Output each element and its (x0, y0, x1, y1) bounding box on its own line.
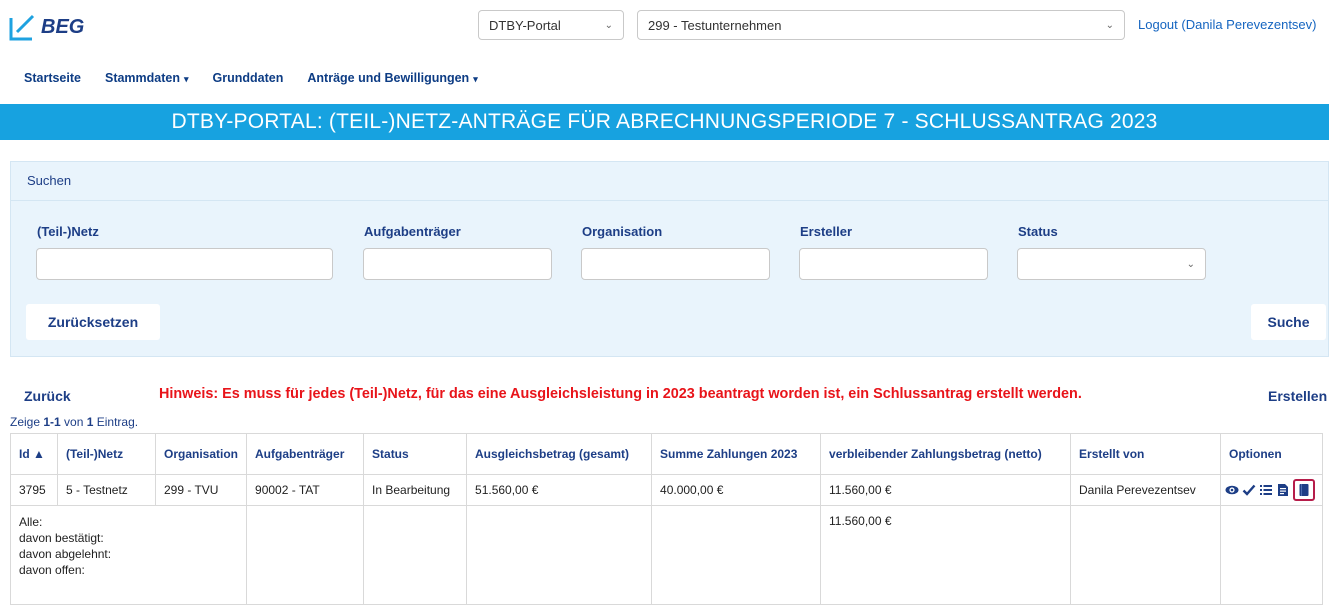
table-header-row: Id ▲ (Teil-)Netz Organisation Aufgabentr… (10, 433, 1324, 475)
summary-prefix: Zeige (10, 415, 44, 429)
nav-label: Startseite (24, 71, 81, 85)
document-icon[interactable] (1276, 483, 1290, 497)
logo-text: BEG (41, 15, 85, 38)
column-header-aufgabentraeger[interactable]: Aufgabenträger (246, 433, 365, 475)
check-icon[interactable] (1242, 483, 1256, 497)
totals-cell (1070, 505, 1222, 605)
caret-down-icon: ▾ (184, 74, 189, 84)
beg-logo[interactable]: BEG (8, 10, 103, 44)
reset-button[interactable]: Zurücksetzen (26, 304, 160, 340)
create-link[interactable]: Erstellen (1268, 388, 1327, 404)
search-panel: Suchen (Teil-)Netz Aufgabenträger Organi… (10, 161, 1329, 357)
hint-text: Hinweis: Es muss für jedes (Teil-)Netz, … (159, 386, 1082, 402)
column-header-optionen: Optionen (1220, 433, 1324, 475)
totals-labels: Alle: davon bestätigt: davon abgelehnt: … (9, 505, 248, 605)
table-row: 3795 5 - Testnetz 299 - TVU 90002 - TAT … (10, 474, 1324, 506)
sort-ascending-icon: ▲ (33, 447, 45, 461)
nav-startseite[interactable]: Startseite (24, 71, 81, 85)
total-label-rejected: davon abgelehnt: (19, 547, 112, 561)
column-header-netz[interactable]: (Teil-)Netz (57, 433, 156, 475)
cell-optionen (1220, 474, 1324, 506)
column-header-ausgleichsbetrag[interactable]: Ausgleichsbetrag (gesamt) (466, 433, 653, 475)
nav-label: Grunddaten (212, 71, 284, 85)
nav-grunddaten[interactable]: Grunddaten (213, 71, 284, 85)
aufgabentraeger-label: Aufgabenträger (364, 224, 461, 239)
book-icon[interactable] (1293, 479, 1316, 501)
cell-erstellt-von: Danila Perevezentsev (1070, 474, 1222, 506)
totals-cell (246, 505, 365, 605)
netz-label: (Teil-)Netz (37, 224, 99, 239)
column-header-organisation[interactable]: Organisation (154, 433, 248, 475)
summary-mid: von (60, 415, 87, 429)
main-nav: Startseite Stammdaten ▾ Grunddaten Anträg… (24, 71, 502, 85)
totals-cell (466, 505, 653, 605)
totals-cell (363, 505, 468, 605)
caret-down-icon: ▾ (473, 74, 478, 84)
status-select[interactable]: ⌄ (1017, 248, 1206, 280)
nav-label: Stammdaten (104, 71, 181, 85)
cell-organisation: 299 - TVU (154, 474, 248, 506)
aufgabentraeger-input[interactable] (363, 248, 552, 280)
page-title-banner: DTBY-PORTAL: (TEIL-)NETZ-ANTRÄGE FÜR ABR… (0, 104, 1329, 140)
portal-select-value: DTBY-Portal (489, 17, 561, 33)
cell-summe-zahlungen: 40.000,00 € (651, 474, 822, 506)
organisation-label: Organisation (582, 224, 663, 239)
cell-status: In Bearbeitung (363, 474, 468, 506)
chevron-down-icon: ⌄ (604, 20, 613, 31)
summary-suffix: Eintrag. (93, 415, 139, 429)
cell-aufgabentraeger: 90002 - TAT (246, 474, 365, 506)
result-summary: Zeige 1-1 von 1 Eintrag. (10, 415, 138, 429)
column-header-verbleibend[interactable]: verbleibender Zahlungsbetrag (netto) (820, 433, 1072, 475)
company-select[interactable]: 299 - Testunternehmen ⌄ (637, 10, 1125, 40)
ersteller-input[interactable] (799, 248, 988, 280)
list-icon[interactable] (1259, 483, 1273, 497)
search-panel-title: Suchen (27, 173, 72, 188)
eye-icon[interactable] (1225, 483, 1239, 497)
summary-range: 1-1 (43, 415, 61, 429)
netz-input[interactable] (36, 248, 333, 280)
ersteller-label: Ersteller (800, 224, 853, 239)
totals-cell (1220, 505, 1324, 605)
totals-row: Alle: davon bestätigt: davon abgelehnt: … (9, 505, 1324, 605)
cell-ausgleichsbetrag: 51.560,00 € (466, 474, 653, 506)
cell-id: 3795 (10, 474, 58, 506)
nav-antraege[interactable]: Anträge und Bewilligungen ▾ (307, 71, 477, 85)
totals-cell (651, 505, 822, 605)
divider (11, 200, 1328, 201)
total-label-confirmed: davon bestätigt: (19, 531, 104, 545)
chevron-down-icon: ⌄ (1186, 259, 1195, 270)
nav-label: Anträge und Bewilligungen (307, 71, 470, 85)
cell-verbleibend: 11.560,00 € (820, 474, 1072, 506)
company-select-value: 299 - Testunternehmen (648, 17, 782, 33)
column-header-id[interactable]: Id ▲ (10, 433, 58, 475)
total-label-all: Alle: (19, 515, 43, 529)
column-header-status[interactable]: Status (363, 433, 468, 475)
results-table: Id ▲ (Teil-)Netz Organisation Aufgabentr… (9, 433, 1324, 605)
portal-select[interactable]: DTBY-Portal ⌄ (478, 10, 624, 40)
organisation-input[interactable] (581, 248, 770, 280)
totals-verbleibend: 11.560,00 € (820, 505, 1072, 605)
status-label: Status (1018, 224, 1058, 239)
chevron-down-icon: ⌄ (1105, 20, 1114, 31)
back-link[interactable]: Zurück (24, 388, 71, 404)
column-header-erstellt-von[interactable]: Erstellt von (1070, 433, 1222, 475)
cell-netz: 5 - Testnetz (57, 474, 156, 506)
column-header-summe-zahlungen[interactable]: Summe Zahlungen 2023 (651, 433, 822, 475)
nav-stammdaten[interactable]: Stammdaten ▾ (105, 71, 189, 85)
logo-mark-icon (9, 14, 35, 41)
total-label-open: davon offen: (19, 563, 85, 577)
column-label: Id (19, 447, 30, 461)
logout-link[interactable]: Logout (Danila Perevezentsev) (1138, 17, 1317, 32)
search-button[interactable]: Suche (1251, 304, 1326, 340)
